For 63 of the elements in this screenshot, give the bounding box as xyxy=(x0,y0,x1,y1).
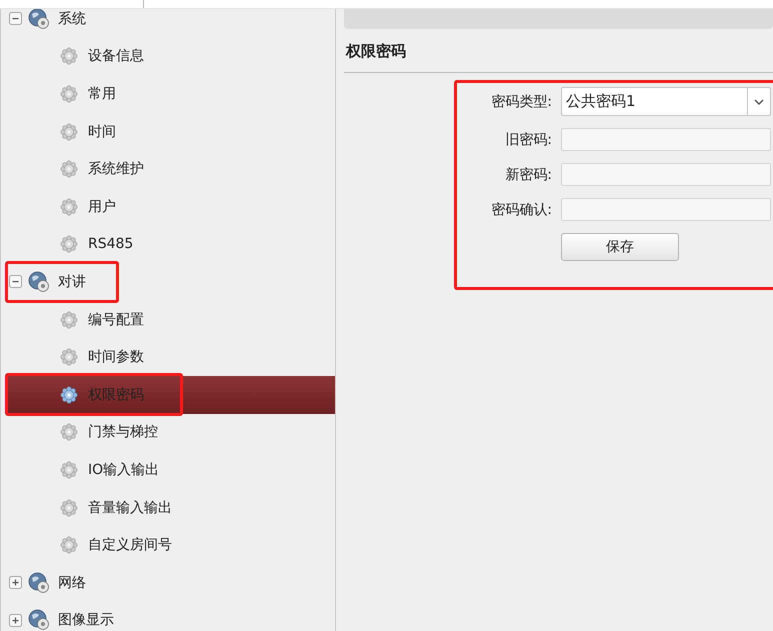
group-label: 图像显示 xyxy=(58,611,114,630)
password-field[interactable] xyxy=(561,198,771,221)
gear-icon xyxy=(60,84,78,103)
save-button[interactable]: 保存 xyxy=(561,233,679,261)
item-label: 时间 xyxy=(88,122,116,141)
gear-icon xyxy=(60,536,78,554)
caret-icon xyxy=(754,98,764,104)
item-label: 自定义房间号 xyxy=(88,536,172,554)
item-label: 常用 xyxy=(88,84,116,103)
item-label: 门禁与梯控 xyxy=(88,423,158,442)
password-field[interactable] xyxy=(561,128,771,151)
gear-icon xyxy=(60,423,78,442)
field-label: 旧密码: xyxy=(504,130,552,148)
section-heading: 权限密码 xyxy=(346,42,407,62)
tree-item[interactable]: 时间 xyxy=(8,112,335,150)
gear-icon xyxy=(60,235,78,254)
tree-item[interactable]: 时间参数 xyxy=(8,338,335,376)
tree-group[interactable]: 对讲 xyxy=(1,263,335,301)
item-label: 用户 xyxy=(88,198,116,216)
tree-group[interactable]: 网络 xyxy=(1,564,335,602)
group-label: 系统 xyxy=(58,10,86,28)
gear-icon xyxy=(60,160,78,178)
tree-group[interactable]: 系统 xyxy=(1,9,335,38)
gear-icon xyxy=(60,310,78,329)
tree-item[interactable]: 常用 xyxy=(8,75,335,113)
item-label: 音量输入输出 xyxy=(88,498,172,517)
collapse-icon[interactable] xyxy=(9,12,22,26)
field-label: 密码类型: xyxy=(490,92,552,110)
globe-gear-icon xyxy=(28,270,50,293)
tree-item[interactable]: IO输入输出 xyxy=(8,451,335,489)
gear-icon xyxy=(60,460,78,479)
field-label: 新密码: xyxy=(504,166,552,184)
gear-icon xyxy=(60,198,78,216)
tree-item[interactable]: 编号配置 xyxy=(8,300,335,338)
group-label: 对讲 xyxy=(58,272,86,291)
item-label: 系统维护 xyxy=(88,160,144,178)
tree-item[interactable]: 门禁与梯控 xyxy=(8,414,335,452)
tree-item[interactable]: 用户 xyxy=(8,188,335,226)
gear-icon xyxy=(60,122,78,141)
tree-item[interactable]: 设备信息 xyxy=(8,38,335,76)
field-label: 密码确认: xyxy=(490,200,552,218)
item-label: 设备信息 xyxy=(88,47,144,66)
expand-icon[interactable] xyxy=(9,576,22,590)
globe-gear-icon xyxy=(28,572,50,594)
password-type-dropdown[interactable]: 公共密码1 xyxy=(561,87,771,116)
tree-item[interactable]: 系统维护 xyxy=(8,150,335,188)
item-label: IO输入输出 xyxy=(88,460,160,479)
collapse-icon[interactable] xyxy=(9,275,22,288)
item-label: 编号配置 xyxy=(88,310,144,329)
item-label: RS485 xyxy=(88,236,134,252)
tree-group[interactable]: 图像显示 xyxy=(1,602,335,631)
tree-item[interactable]: 音量输入输出 xyxy=(8,488,335,526)
item-label: 权限密码 xyxy=(88,386,144,404)
tree-item[interactable]: RS485 xyxy=(8,226,335,264)
tree-item[interactable]: 自定义房间号 xyxy=(8,526,335,564)
gear-icon xyxy=(60,348,78,366)
gear-icon xyxy=(60,498,78,517)
password-field[interactable] xyxy=(561,163,771,186)
group-label: 网络 xyxy=(58,574,86,592)
item-label: 时间参数 xyxy=(88,348,144,366)
gear-icon xyxy=(60,47,78,66)
gear-icon xyxy=(60,386,78,404)
expand-icon[interactable] xyxy=(9,614,22,627)
